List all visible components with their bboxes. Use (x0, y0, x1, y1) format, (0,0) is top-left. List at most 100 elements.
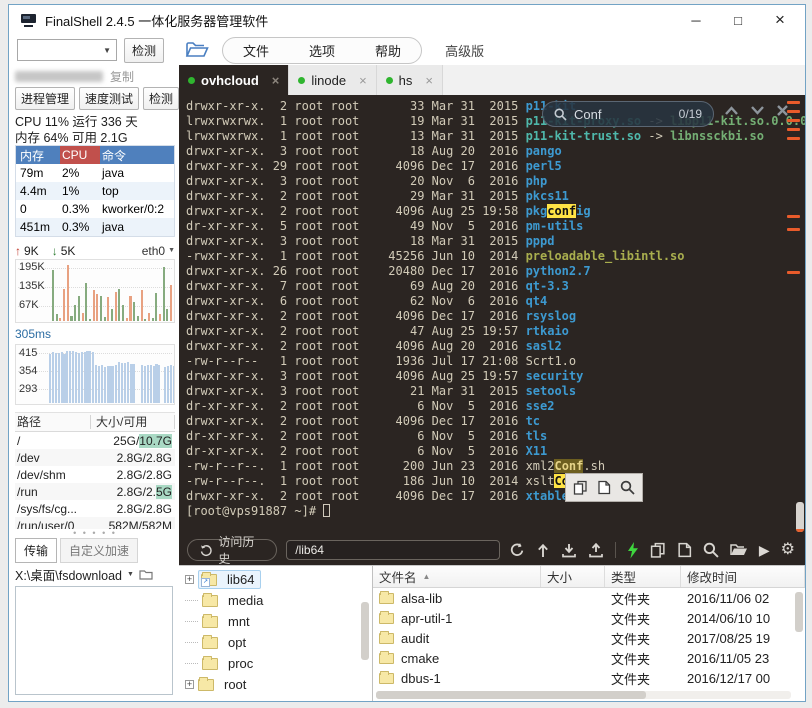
disk-table: 路径 大小/可用 /25G/10.7G/dev 2.8G/2.8G/dev/shm… (15, 412, 175, 529)
disk-col-path[interactable]: 路径 (15, 415, 91, 429)
maximize-button[interactable]: □ (717, 6, 759, 34)
search-icon[interactable] (703, 542, 719, 558)
file-col-header-类型[interactable]: 类型 (605, 566, 681, 587)
disk-row: /sys/fs/cg... 2.8G/2.8G (17, 501, 172, 516)
search-match-marker (787, 228, 800, 231)
monitor-sidebar: 复制 进程管理 速度测试 检测 CPU 11% 运行 336 天 内存 64% 可用… (9, 65, 179, 701)
file-col-header-修改时间[interactable]: 修改时间 (681, 566, 805, 587)
file-row-dbus-1[interactable]: dbus-1 文件夹 2016/12/17 00 (373, 668, 805, 688)
net-bar (114, 291, 117, 321)
chevron-down-icon: ▼ (103, 45, 111, 55)
sidebar-button-速度测试[interactable]: 速度测试 (79, 87, 140, 110)
transfer-list[interactable] (15, 586, 173, 695)
search-query: Conf (574, 106, 602, 122)
host-combo[interactable]: ▼ (17, 39, 117, 61)
paste-icon[interactable] (597, 480, 611, 495)
terminal-search-box[interactable]: Conf 0/19 (542, 101, 714, 127)
ping-bar (115, 364, 118, 403)
menu-item-选项[interactable]: 选项 (309, 41, 335, 60)
sidebar-button-进程管理[interactable]: 进程管理 (15, 87, 76, 110)
net-bar (103, 316, 106, 321)
expander-icon[interactable]: + (185, 680, 194, 689)
file-row-apr-util-1[interactable]: apr-util-1 文件夹 2014/06/10 10 (373, 608, 805, 628)
net-bar (81, 312, 84, 321)
file-row-audit[interactable]: audit 文件夹 2017/08/25 19 (373, 628, 805, 648)
edition-label: 高级版 (445, 43, 485, 59)
table-scrollbar-thumb[interactable] (795, 592, 803, 632)
paste-icon[interactable] (677, 542, 692, 558)
upload-icon[interactable] (588, 542, 604, 558)
copy-icon[interactable] (573, 480, 588, 495)
menu-item-帮助[interactable]: 帮助 (375, 41, 401, 60)
terminal-line: -rw-r--r--. 1 root root 186 Jun 10 2014 … (186, 474, 805, 489)
net-bar (52, 270, 55, 321)
file-col-header-大小[interactable]: 大小 (541, 566, 605, 587)
interface-select[interactable]: eth0 ▼ (142, 244, 175, 258)
open-folder-icon[interactable] (185, 41, 209, 59)
minimize-button[interactable]: ─ (675, 6, 717, 34)
folder-icon (202, 634, 218, 649)
file-row-alsa-lib[interactable]: alsa-lib 文件夹 2016/11/06 02 (373, 588, 805, 608)
session-tab-hs[interactable]: hs × (376, 65, 443, 95)
tree-item-lib64[interactable]: +lib64 (185, 569, 372, 590)
close-tab-icon[interactable]: × (272, 73, 280, 88)
speed-boost-icon[interactable] (627, 541, 639, 559)
net-bar (55, 314, 58, 321)
menu-item-文件[interactable]: 文件 (243, 41, 269, 60)
chevron-up-icon[interactable] (724, 105, 739, 116)
file-row-cmake[interactable]: cmake 文件夹 2016/11/05 23 (373, 648, 805, 668)
tree-item-media[interactable]: media (185, 590, 372, 611)
remote-path-input[interactable]: /lib64 (286, 540, 500, 560)
up-directory-icon[interactable] (536, 543, 550, 558)
run-icon[interactable]: ▶ (759, 542, 770, 559)
ping-bar (152, 365, 155, 403)
terminal-line: lrwxrwxrwx. 1 root root 13 Mar 31 2015 p… (186, 129, 764, 143)
folder-icon (379, 590, 394, 604)
search-match-marker (787, 101, 800, 104)
detect-button[interactable]: 检测 (124, 37, 165, 63)
app-window: FinalShell 2.4.5 一体化服务器管理软件 ─ □ × ▼ 检测 文… (8, 4, 806, 702)
transfer-tab-自定义加速[interactable]: 自定义加速 (60, 538, 139, 563)
sidebar-button-检测[interactable]: 检测 (143, 87, 179, 110)
folder-icon (379, 650, 394, 664)
tree-item-mnt[interactable]: mnt (185, 611, 372, 632)
copy-link[interactable]: 复制 (110, 68, 134, 85)
expander-icon[interactable]: + (185, 575, 194, 584)
close-button[interactable]: × (759, 6, 801, 34)
close-tab-icon[interactable]: × (359, 73, 367, 88)
ping-ylabel: 415 (19, 347, 38, 359)
tree-item-opt[interactable]: opt (185, 632, 372, 653)
search-icon[interactable] (620, 480, 635, 495)
chevron-down-icon[interactable] (750, 105, 765, 116)
disk-col-size[interactable]: 大小/可用 (91, 415, 175, 429)
copy-icon[interactable] (650, 542, 666, 558)
session-tab-ovhcloud[interactable]: ovhcloud × (179, 65, 290, 95)
close-tab-icon[interactable]: × (425, 73, 433, 88)
history-icon (200, 544, 212, 556)
ping-bar (123, 363, 126, 403)
folder-icon[interactable] (139, 569, 153, 580)
net-bar (155, 292, 158, 321)
session-tab-linode[interactable]: linode × (289, 65, 377, 95)
history-button[interactable]: 访问历史 (187, 535, 278, 566)
open-folder-icon[interactable] (730, 543, 748, 557)
tree-scrollbar-thumb[interactable] (361, 602, 369, 660)
process-table: 内存 CPU 命令 79m 2% java 4.4m 1% top 0 0.3% kworker/0:… (15, 145, 175, 237)
table-hscrollbar[interactable] (376, 691, 791, 699)
tree-item-root[interactable]: + root (185, 674, 372, 695)
ping-bar (69, 350, 72, 403)
download-icon[interactable] (561, 543, 577, 558)
ping-bar (169, 365, 172, 403)
file-col-header-文件名[interactable]: 文件名 ▲ (373, 566, 541, 587)
terminal[interactable]: drwxr-xr-x. 2 root root 33 Mar 31 2015 p… (179, 95, 805, 535)
transfer-tab-传输[interactable]: 传输 (15, 538, 58, 563)
net-bar (88, 318, 91, 321)
ping-bar (132, 364, 135, 403)
refresh-icon[interactable] (509, 542, 525, 558)
menu-bar: 文件 选项 帮助 (222, 36, 423, 64)
terminal-scrollbar-thumb[interactable] (796, 502, 804, 532)
net-bar (140, 290, 143, 321)
download-path-row[interactable]: X:\桌面\fsdownload ▼ (15, 563, 175, 584)
tree-item-proc[interactable]: proc (185, 653, 372, 674)
settings-gear-icon[interactable]: ⚙ (781, 542, 795, 558)
